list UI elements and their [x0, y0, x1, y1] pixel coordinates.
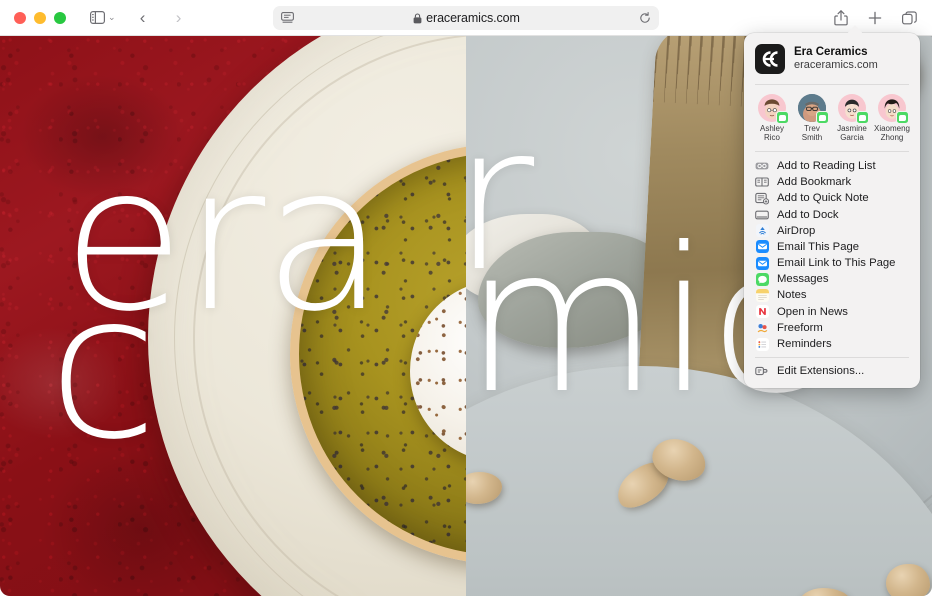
- share-popover: Era Ceramics eraceramics.com Ashley Rico…: [744, 33, 920, 389]
- new-tab-button[interactable]: [862, 5, 888, 31]
- era-ceramics-logo-icon: [762, 51, 778, 67]
- reminders-icon: [755, 337, 769, 351]
- sidebar-icon: [89, 11, 105, 24]
- contact-item[interactable]: Trev Smith: [793, 94, 831, 143]
- menu-item-label: AirDrop: [777, 224, 816, 237]
- contact-name-line1: Trev Smith: [801, 124, 823, 143]
- menu-item-label: Edit Extensions...: [777, 365, 865, 378]
- hero-image-left: era c: [0, 36, 466, 596]
- zoom-button[interactable]: [54, 11, 66, 24]
- menu-item-label: Add Bookmark: [777, 176, 852, 189]
- suggested-contacts: Ashley Rico Trev Smith Jasmine Garcia Xi…: [744, 85, 920, 151]
- menu-item-airdrop[interactable]: AirDrop: [744, 223, 920, 239]
- menu-item-label: Add to Reading List: [777, 159, 876, 172]
- plus-icon: [868, 11, 882, 25]
- address-bar[interactable]: eraceramics.com: [273, 6, 659, 30]
- messages-icon: [755, 272, 769, 286]
- browser-toolbar: ⌄ ‹ › eraceramics.com: [0, 0, 932, 36]
- menu-item-email-this-page[interactable]: Email This Page: [744, 239, 920, 255]
- tab-overview-icon: [901, 11, 917, 25]
- safari-window: ⌄ ‹ › eraceramics.com era c mic r Era Ce…: [0, 0, 932, 596]
- minimize-button[interactable]: [34, 11, 46, 24]
- menu-item-label: Email Link to This Page: [777, 257, 896, 270]
- menu-item-label: Notes: [777, 289, 807, 302]
- contact-name-line1: Xiaomeng: [873, 124, 911, 133]
- menu-item-email-link-to-this-page[interactable]: Email Link to This Page: [744, 255, 920, 271]
- url-text: eraceramics.com: [426, 11, 520, 25]
- popover-site-header: Era Ceramics eraceramics.com: [744, 33, 920, 84]
- site-title: Era Ceramics: [794, 45, 868, 58]
- contact-name: Jasmine Garcia: [837, 124, 867, 143]
- lock-icon: [413, 12, 422, 23]
- menu-item-edit-extensions[interactable]: Edit Extensions...: [744, 363, 920, 379]
- menu-item-reminders[interactable]: Reminders: [744, 336, 920, 352]
- menu-item-add-to-quick-note[interactable]: Add to Quick Note: [744, 190, 920, 206]
- menu-item-freeform[interactable]: Freeform: [744, 320, 920, 336]
- menu-item-open-in-news[interactable]: Open in News: [744, 304, 920, 320]
- messages-badge-icon: [856, 111, 869, 124]
- contact-item[interactable]: Jasmine Garcia: [833, 94, 871, 143]
- book-icon: [755, 175, 769, 189]
- extensions-icon: [755, 364, 769, 378]
- contact-name-line1: Ashley: [759, 124, 784, 133]
- contact-name: Xiaomeng Zhong: [874, 124, 910, 143]
- traffic-lights: [14, 11, 66, 24]
- menu-item-label: Freeform: [777, 321, 823, 334]
- menu-item-label: Email This Page: [777, 240, 860, 253]
- close-button[interactable]: [14, 11, 26, 24]
- menu-item-notes[interactable]: Notes: [744, 287, 920, 303]
- chevron-down-icon[interactable]: ⌄: [108, 12, 116, 23]
- contact-name-line2: Zhong: [880, 133, 904, 143]
- forward-button[interactable]: ›: [166, 5, 192, 31]
- share-button[interactable]: [828, 5, 854, 31]
- airdrop-icon: [755, 224, 769, 238]
- speckled-white-cup: [410, 280, 466, 462]
- menu-item-messages[interactable]: Messages: [744, 271, 920, 287]
- menu-item-add-bookmark[interactable]: Add Bookmark: [744, 174, 920, 190]
- contact-name-line2: Rico: [763, 133, 780, 143]
- menu-item-add-to-dock[interactable]: Add to Dock: [744, 206, 920, 222]
- menu-item-label: Add to Quick Note: [777, 192, 869, 205]
- menu-item-add-to-reading-list[interactable]: Add to Reading List: [744, 158, 920, 174]
- toolbar-right-actions: [828, 0, 922, 36]
- mail-icon: [755, 240, 769, 254]
- reader-view-icon[interactable]: [281, 12, 294, 24]
- messages-badge-icon: [816, 111, 829, 124]
- contact-item[interactable]: Ashley Rico: [753, 94, 791, 143]
- menu-item-label: Messages: [777, 273, 829, 286]
- freeform-icon: [755, 321, 769, 335]
- url-display[interactable]: eraceramics.com: [294, 11, 639, 25]
- quick-note-icon: [755, 191, 769, 205]
- divider: [755, 357, 909, 359]
- messages-badge-icon: [776, 111, 789, 124]
- share-menu: Add to Reading List Add Bookmark Add to …: [744, 152, 920, 379]
- site-favicon: [755, 44, 785, 74]
- reading-glasses-icon: [755, 159, 769, 173]
- tab-overview-button[interactable]: [896, 5, 922, 31]
- contact-name: Ashley Rico: [760, 124, 784, 143]
- menu-item-label: Add to Dock: [777, 208, 839, 221]
- menu-item-label: Reminders: [777, 338, 832, 351]
- notes-icon: [755, 288, 769, 302]
- messages-badge-icon: [896, 111, 909, 124]
- menu-item-label: Open in News: [777, 305, 848, 318]
- mail-icon: [755, 256, 769, 270]
- contact-name: Trev Smith: [793, 124, 831, 143]
- news-icon: [755, 305, 769, 319]
- contact-name-line1: Jasmine: [837, 124, 867, 133]
- site-url: eraceramics.com: [794, 59, 878, 72]
- contact-item[interactable]: Xiaomeng Zhong: [873, 94, 911, 143]
- resin-chunk: [886, 564, 930, 596]
- pigment-photo: [0, 36, 466, 596]
- reload-button[interactable]: [639, 12, 651, 24]
- share-icon: [834, 10, 848, 26]
- sidebar-toggle-button[interactable]: [84, 5, 110, 31]
- back-button[interactable]: ‹: [130, 5, 156, 31]
- contact-name-line2: Garcia: [840, 133, 864, 143]
- dock-icon: [755, 208, 769, 222]
